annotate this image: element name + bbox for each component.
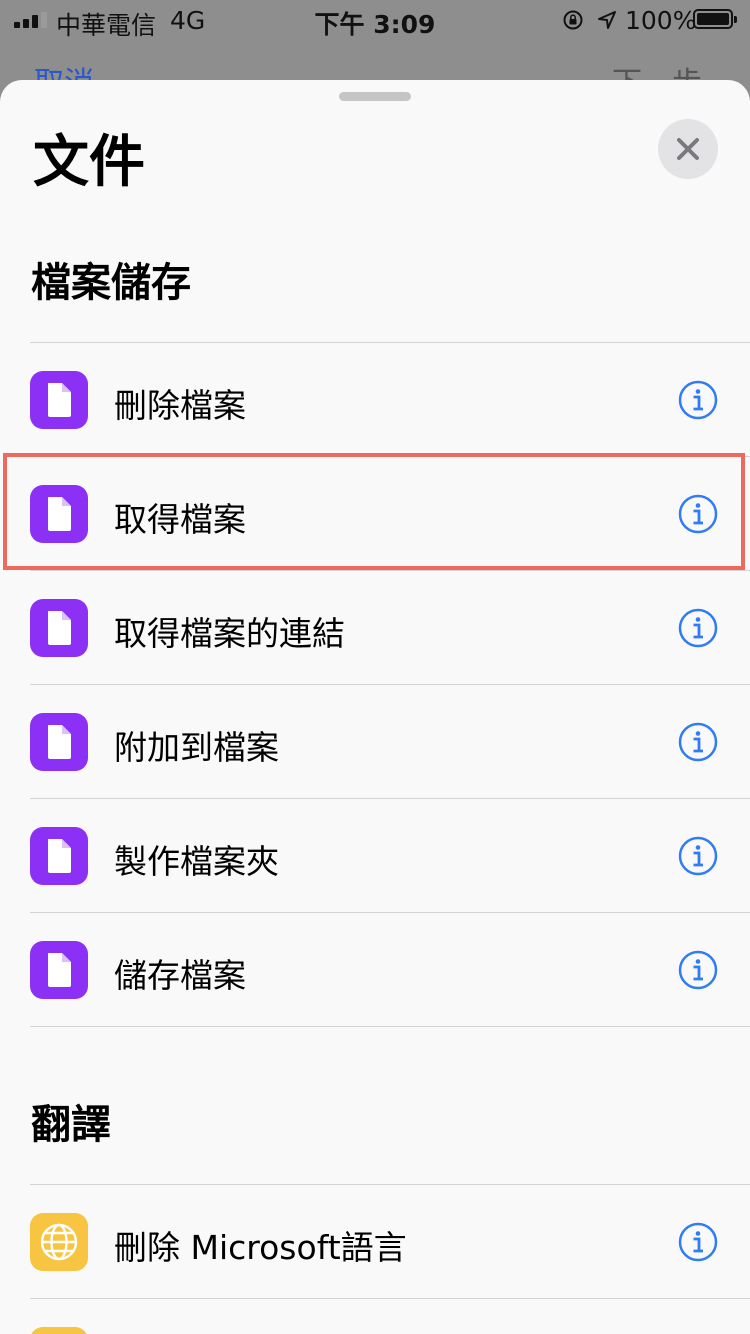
action-label: 刪除檔案 [114,386,246,425]
action-row-get-file[interactable]: 取得檔案 [0,457,750,571]
section-header-translate: 翻譯 [31,1102,111,1148]
info-icon[interactable] [678,722,718,762]
info-icon[interactable] [678,836,718,876]
info-icon[interactable] [678,608,718,648]
file-icon [30,713,88,771]
action-label: 儲存檔案 [114,956,246,995]
action-label: 刪除 Microsoft語言 [114,1228,407,1267]
file-icon [30,599,88,657]
globe-icon [30,1213,88,1271]
file-icon [30,827,88,885]
info-icon[interactable] [678,950,718,990]
action-picker-sheet: 文件 檔案儲存 刪除檔案 取得檔案 取得檔案的連結 附加到檔案 製作檔案夾 儲存… [0,80,750,1334]
close-button[interactable] [658,119,718,179]
rotation-lock-icon [563,10,583,30]
action-row-create-folder[interactable]: 製作檔案夾 [0,799,750,913]
sheet-grabber[interactable] [339,92,411,101]
location-arrow-icon [598,11,616,29]
action-label: 取得檔案 [114,500,246,539]
divider [30,1298,750,1299]
battery-icon [693,9,737,29]
status-bar: 中華電信 4G 下午 3:09 100% [0,0,750,40]
sheet-title: 文件 [33,130,145,195]
file-icon [30,371,88,429]
action-row-delete-microsoft-language[interactable]: 刪除 Microsoft語言 [0,1185,750,1299]
action-row-delete-file[interactable]: 刪除檔案 [0,343,750,457]
battery-percentage: 100% [625,6,697,35]
divider [30,1026,750,1027]
file-icon [30,485,88,543]
action-row-append-to-file[interactable]: 附加到檔案 [0,685,750,799]
info-icon[interactable] [678,1222,718,1262]
globe-icon [30,1327,88,1334]
info-icon[interactable] [678,494,718,534]
action-label: 取得檔案的連結 [114,614,345,653]
close-icon [677,138,699,160]
section-header-file-storage: 檔案儲存 [31,260,191,306]
info-icon[interactable] [678,380,718,420]
file-icon [30,941,88,999]
action-label: 製作檔案夾 [114,842,279,881]
action-row-get-file-link[interactable]: 取得檔案的連結 [0,571,750,685]
action-row-save-file[interactable]: 儲存檔案 [0,913,750,1027]
action-label: 附加到檔案 [114,728,279,767]
